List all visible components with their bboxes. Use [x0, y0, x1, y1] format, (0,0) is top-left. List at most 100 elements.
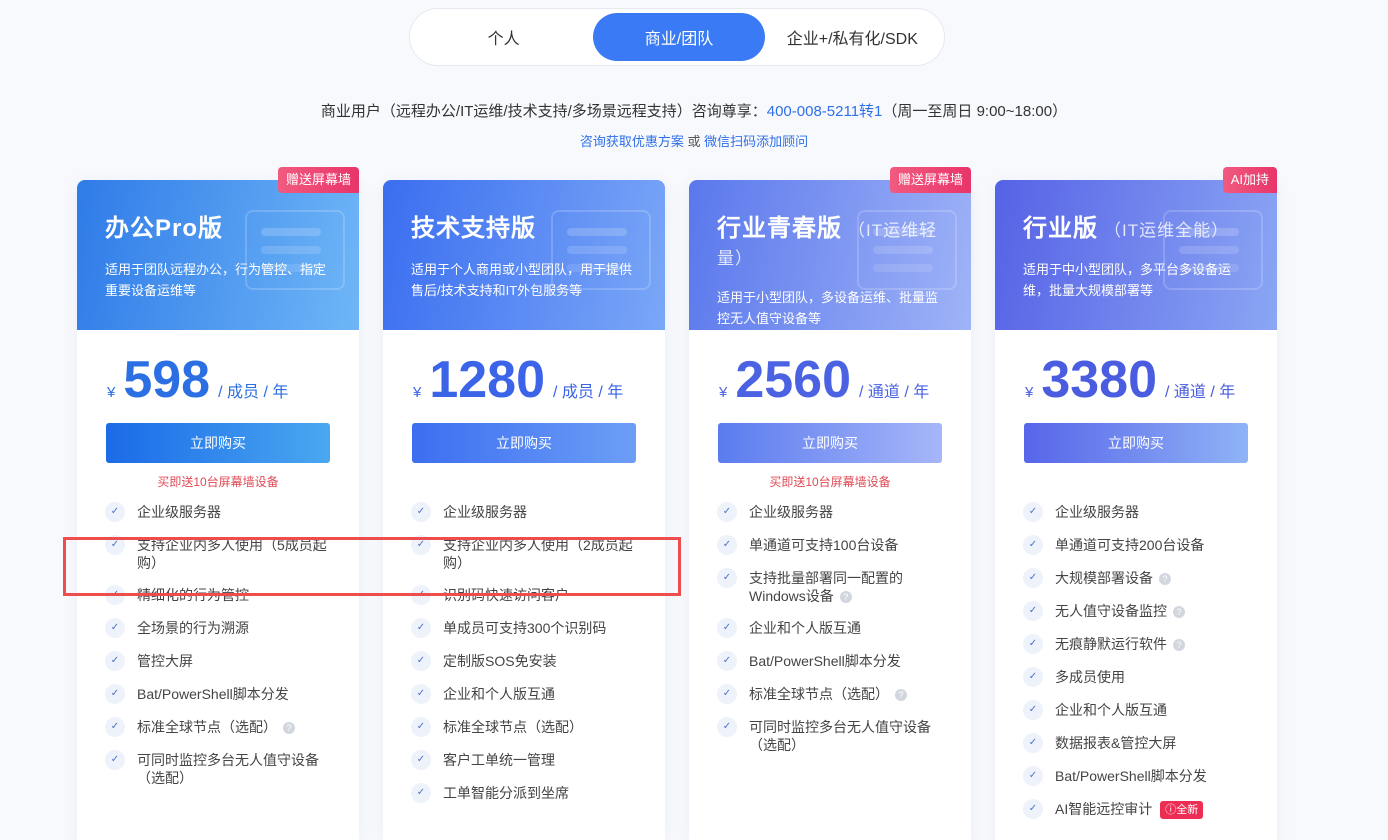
question-icon[interactable]: ? — [1173, 606, 1185, 619]
check-icon: ✓ — [105, 651, 125, 671]
check-icon: ✓ — [105, 535, 125, 555]
feature-line: 识别码快速访问客户 — [443, 586, 569, 604]
feature-line: 支持批量部署同一配置的Windows设备? — [749, 569, 949, 605]
plan-badge: AI加持 — [1222, 167, 1277, 193]
price-amount: 1280 — [429, 351, 546, 409]
check-icon: ✓ — [411, 651, 431, 671]
feature-item: ✓ 企业和个人版互通 — [717, 618, 949, 638]
feature-line: 标准全球节点（选配） — [443, 718, 583, 736]
check-icon: ✓ — [411, 750, 431, 770]
question-icon[interactable]: ? — [283, 722, 295, 735]
feature-line: 多成员使用 — [1055, 668, 1125, 686]
feature-line: Bat/PowerShell脚本分发 — [749, 652, 901, 670]
check-icon: ✓ — [1023, 799, 1043, 819]
feature-line: 全场景的行为溯源 — [137, 619, 249, 637]
feature-line: 可同时监控多台无人值守设备（选配） — [749, 718, 949, 754]
price-unit: / 成员 / 年 — [553, 384, 624, 401]
plan-description: 适用于个人商用或小型团队，用于提供售后/技术支持和IT外包服务等 — [411, 262, 633, 298]
buy-now-button[interactable]: 立即购买 — [718, 423, 942, 463]
feature-item: ✓ 数据报表&管控大屏 — [1023, 733, 1255, 753]
feature-text: Bat/PowerShell脚本分发 — [749, 653, 901, 669]
feature-text: 定制版SOS免安装 — [443, 653, 557, 669]
feature-item: ✓ 多成员使用 — [1023, 667, 1255, 687]
feature-line: 企业级服务器 — [137, 503, 221, 521]
plan-description: 适用于小型团队，多设备运维、批量监控无人值守设备等 — [717, 290, 939, 326]
check-icon: ✓ — [717, 618, 737, 638]
check-icon: ✓ — [717, 684, 737, 704]
plan-price: ¥ 598 / 成员 / 年 — [77, 330, 359, 412]
feature-line: Bat/PowerShell脚本分发 — [1055, 767, 1207, 785]
feature-item: ✓ 单通道可支持100台设备 — [717, 535, 949, 555]
tab-personal[interactable]: 个人 — [414, 13, 593, 61]
feature-text: 大规模部署设备 — [1055, 570, 1153, 586]
consult-phone[interactable]: 400-008-5211转1 — [767, 103, 883, 120]
check-icon: ✓ — [717, 535, 737, 555]
feature-item: ✓ 大规模部署设备? — [1023, 568, 1255, 588]
feature-text: 支持批量部署同一配置的Windows设备 — [749, 570, 903, 604]
feature-item: ✓ 单成员可支持300个识别码 — [411, 618, 643, 638]
promo-text: 买即送10台屏幕墙设备 — [769, 475, 891, 489]
buy-now-button[interactable]: 立即购买 — [106, 423, 330, 463]
feature-line: 管控大屏 — [137, 652, 193, 670]
plan-card-tech-support: 技术支持版 适用于个人商用或小型团队，用于提供售后/技术支持和IT外包服务等 ¥… — [383, 180, 665, 840]
feature-item: ✓ 可同时监控多台无人值守设备（选配） — [717, 717, 949, 754]
feature-text: 企业级服务器 — [443, 504, 527, 520]
buy-now-button[interactable]: 立即购买 — [1024, 423, 1248, 463]
feature-text: AI智能远控审计 — [1055, 801, 1153, 817]
feature-item: ✓ Bat/PowerShell脚本分发 — [1023, 766, 1255, 786]
feature-line: 定制版SOS免安装 — [443, 652, 557, 670]
feature-text: 可同时监控多台无人值守设备（选配） — [749, 719, 931, 753]
plan-title: 办公Pro版 — [105, 208, 333, 243]
plan-price: ¥ 3380 / 通道 / 年 — [995, 330, 1277, 412]
wechat-link[interactable]: 微信扫码添加顾问 — [704, 134, 808, 149]
feature-item: ✓ 企业级服务器 — [717, 502, 949, 522]
feature-line: 企业级服务器 — [443, 503, 527, 521]
feature-item: ✓ 可同时监控多台无人值守设备（选配） — [105, 750, 337, 787]
feature-line: 单通道可支持100台设备 — [749, 536, 898, 554]
plan-title: 行业版 （IT运维全能） — [1023, 208, 1251, 243]
feature-item: ✓ 全场景的行为溯源 — [105, 618, 337, 638]
question-icon[interactable]: ? — [1159, 573, 1171, 586]
feature-text: 支持企业内多人使用（5成员起购） — [137, 537, 327, 571]
feature-text: 工单智能分派到坐席 — [443, 785, 569, 801]
feature-line: 单通道可支持200台设备 — [1055, 536, 1204, 554]
tab-enterprise[interactable]: 企业+/私有化/SDK — [765, 13, 940, 61]
plan-title-text: 行业青春版 — [717, 215, 842, 242]
feature-text: 识别码快速访问客户 — [443, 587, 569, 603]
check-icon: ✓ — [1023, 601, 1043, 621]
question-icon[interactable]: ? — [895, 689, 907, 702]
check-icon: ✓ — [1023, 502, 1043, 522]
price-amount: 2560 — [735, 351, 852, 409]
discount-link[interactable]: 咨询获取优惠方案 — [580, 134, 684, 149]
feature-list: ✓ 企业级服务器 ✓ 支持企业内多人使用（5成员起购） ✓ 精细化的行为管控 ✓… — [77, 497, 359, 787]
check-icon: ✓ — [1023, 733, 1043, 753]
check-icon: ✓ — [411, 783, 431, 803]
feature-item: ✓ 标准全球节点（选配） — [411, 717, 643, 737]
new-tag: ⓘ全新 — [1160, 801, 1204, 820]
buy-now-button[interactable]: 立即购买 — [412, 423, 636, 463]
check-icon: ✓ — [105, 618, 125, 638]
check-icon: ✓ — [717, 717, 737, 737]
plan-card-industry: AI加持 行业版 （IT运维全能） 适用于中小型团队，多平台多设备运维，批量大规模… — [995, 167, 1277, 840]
feature-list: ✓ 企业级服务器 ✓ 单通道可支持200台设备 ✓ 大规模部署设备? ✓ 无人值… — [995, 497, 1277, 820]
feature-text: 企业和个人版互通 — [1055, 702, 1167, 718]
consult-hours: （周一至周日 9:00~18:00） — [882, 103, 1068, 120]
plan-price: ¥ 1280 / 成员 / 年 — [383, 330, 665, 412]
feature-item: ✓ 企业级服务器 — [411, 502, 643, 522]
feature-text: 单通道可支持100台设备 — [749, 537, 899, 553]
plan-title-text: 行业版 — [1023, 215, 1098, 242]
question-icon[interactable]: ? — [839, 591, 852, 604]
feature-line: 支持企业内多人使用（5成员起购） — [137, 536, 337, 572]
feature-line: 企业和个人版互通 — [1055, 701, 1167, 719]
promo-text — [995, 463, 1277, 497]
feature-item: ✓ 管控大屏 — [105, 651, 337, 671]
check-icon: ✓ — [717, 651, 737, 671]
check-icon: ✓ — [717, 568, 737, 588]
tab-business-team[interactable]: 商业/团队 — [593, 13, 765, 61]
consult-line: 商业用户（远程办公/IT运维/技术支持/多场景远程支持）咨询尊享：400-008… — [0, 100, 1388, 121]
currency-symbol: ¥ — [1025, 384, 1034, 401]
question-icon[interactable]: ? — [1173, 639, 1185, 652]
feature-item: ✓ Bat/PowerShell脚本分发 — [717, 651, 949, 671]
feature-item: ✓ 识别码快速访问客户 — [411, 585, 643, 605]
price-amount: 598 — [123, 351, 211, 409]
